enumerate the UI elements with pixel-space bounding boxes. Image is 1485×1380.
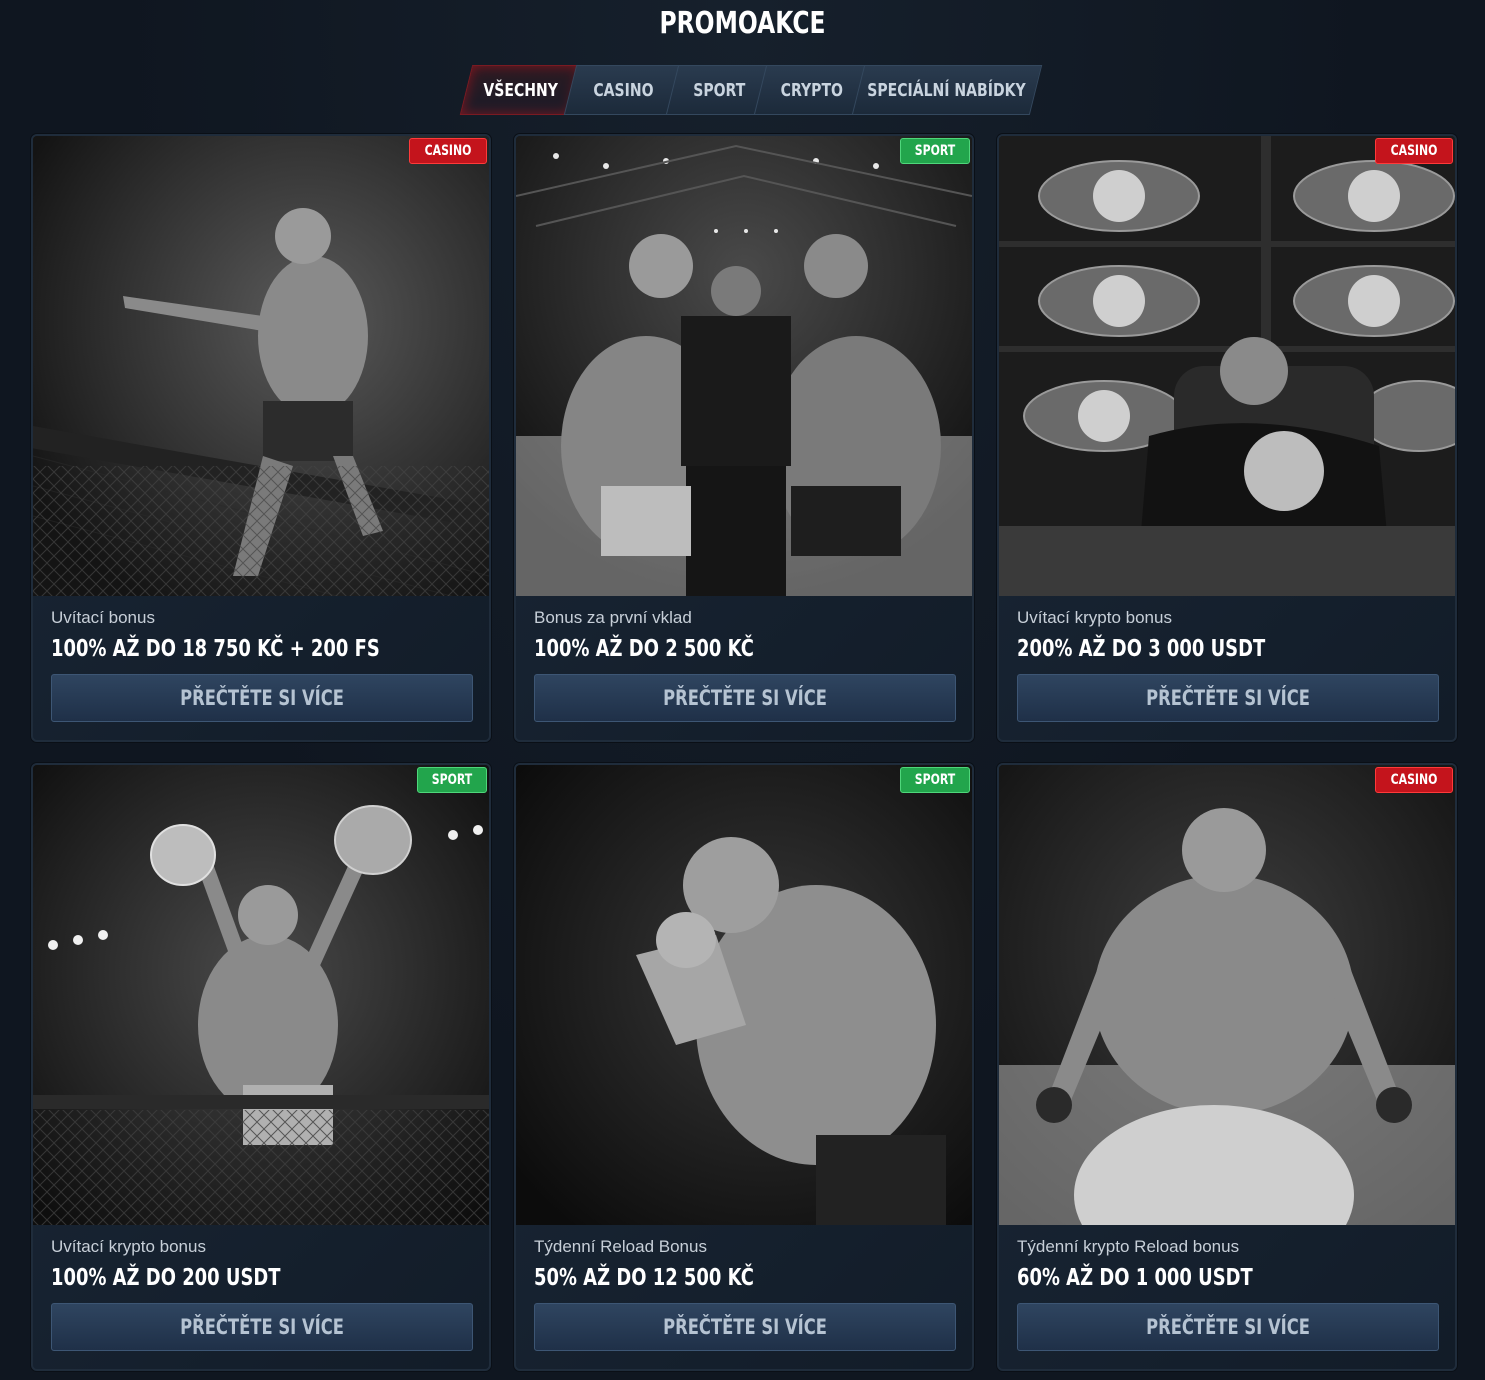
promo-card: SPORT Bonus za první vklad 100% AŽ DO 2 … — [514, 134, 974, 742]
promo-subtitle: Uvítací bonus — [51, 608, 155, 627]
promo-subtitle: Týdenní krypto Reload bonus — [1017, 1237, 1240, 1256]
read-more-button[interactable]: PŘEČTĚTE SI VÍCE — [51, 1303, 473, 1351]
category-badge: CASINO — [1374, 767, 1453, 793]
promo-headline: 200% AŽ DO 3 000 USDT — [1017, 636, 1266, 662]
promo-subtitle: Týdenní Reload Bonus — [534, 1237, 707, 1256]
category-badge: SPORT — [900, 138, 970, 164]
promo-card: SPORT Týdenní Reload Bonus 50% AŽ DO 12 … — [514, 763, 974, 1371]
promo-headline: 100% AŽ DO 2 500 KČ — [534, 636, 754, 662]
category-badge: SPORT — [900, 767, 970, 793]
promo-card: CASINO Uvítací bonus 100% AŽ DO 18 750 K… — [31, 134, 491, 742]
category-badge: SPORT — [417, 767, 487, 793]
category-badge: CASINO — [408, 138, 487, 164]
read-more-button[interactable]: PŘEČTĚTE SI VÍCE — [534, 1303, 956, 1351]
promo-image-faceoff — [516, 136, 972, 596]
promo-image-fighter-yelling — [999, 765, 1455, 1225]
read-more-button[interactable]: PŘEČTĚTE SI VÍCE — [51, 674, 473, 722]
promo-card: CASINO Týdenní krypto Reload bonus 60% A… — [997, 763, 1457, 1371]
read-more-button[interactable]: PŘEČTĚTE SI VÍCE — [534, 674, 956, 722]
promo-image-fighter-clasped — [516, 765, 972, 1225]
promo-card: CASINO Uvítací krypto bonus 200% AŽ DO 3… — [997, 134, 1457, 742]
read-more-button[interactable]: PŘEČTĚTE SI VÍCE — [1017, 1303, 1439, 1351]
read-more-button[interactable]: PŘEČTĚTE SI VÍCE — [1017, 674, 1439, 722]
promo-subtitle: Uvítací krypto bonus — [1017, 608, 1172, 627]
promo-headline: 50% AŽ DO 12 500 KČ — [534, 1265, 754, 1291]
promo-card: SPORT Uvítací krypto bonus 100% AŽ DO 20… — [31, 763, 491, 1371]
promo-image-fighter-on-cage — [33, 136, 489, 596]
tab-vsechny[interactable]: VŠECHNY — [459, 65, 583, 115]
promo-image-champion-belts — [33, 765, 489, 1225]
category-tabs: VŠECHNY CASINO SPORT CRYPTO SPECIÁLNÍ NA… — [459, 65, 1043, 115]
category-badge: CASINO — [1374, 138, 1453, 164]
promo-subtitle: Bonus za první vklad — [534, 608, 692, 627]
promo-headline: 100% AŽ DO 200 USDT — [51, 1265, 281, 1291]
promo-subtitle: Uvítací krypto bonus — [51, 1237, 206, 1256]
tab-specialni-nabidky[interactable]: SPECIÁLNÍ NABÍDKY — [851, 65, 1043, 115]
promo-image-crypto-belts — [999, 136, 1455, 596]
promo-headline: 60% AŽ DO 1 000 USDT — [1017, 1265, 1253, 1291]
page-title: PROMOAKCE — [659, 6, 826, 41]
tab-casino[interactable]: CASINO — [563, 65, 685, 115]
promo-headline: 100% AŽ DO 18 750 KČ + 200 FS — [51, 636, 380, 662]
